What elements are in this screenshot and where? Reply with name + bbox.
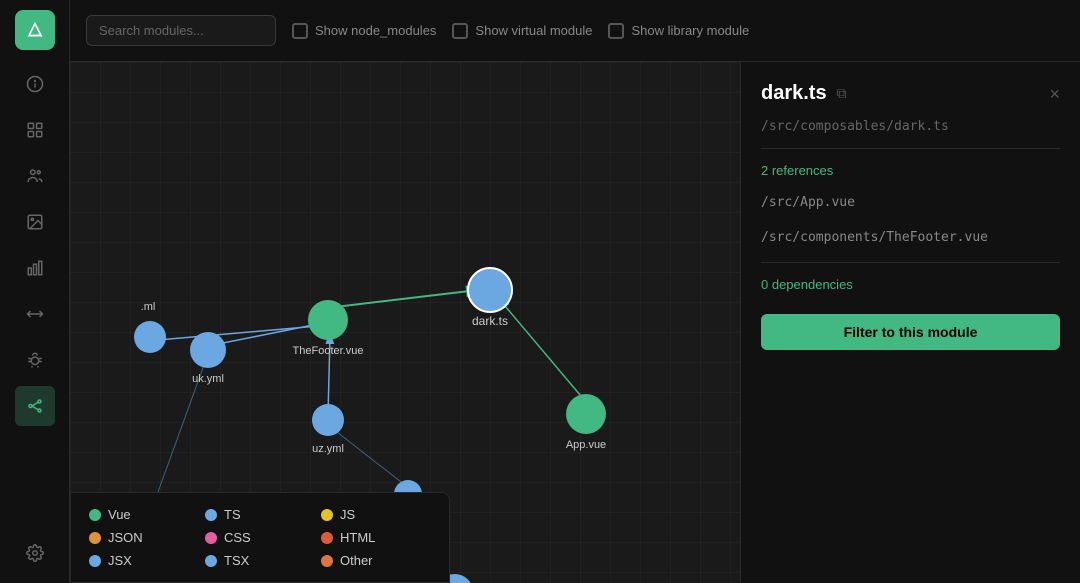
show-library-module-checkbox[interactable]: Show library module bbox=[608, 23, 749, 39]
legend-item-css: CSS bbox=[205, 530, 315, 545]
svg-text:.ml: .ml bbox=[141, 301, 156, 313]
legend-item-other: Other bbox=[321, 553, 431, 568]
copy-icon[interactable]: ⧉ bbox=[837, 85, 847, 102]
references-title: 2 references bbox=[761, 163, 1060, 178]
sidebar-item-flow[interactable] bbox=[15, 294, 55, 334]
legend-label: CSS bbox=[224, 530, 251, 545]
legend-dot bbox=[205, 555, 217, 567]
panel-title: dark.ts bbox=[761, 82, 827, 105]
legend-label: HTML bbox=[340, 530, 375, 545]
legend-dot bbox=[321, 509, 333, 521]
library-module-toggle[interactable] bbox=[608, 23, 624, 39]
legend-item-jsx: JSX bbox=[89, 553, 199, 568]
dependencies-title: 0 dependencies bbox=[761, 277, 1060, 292]
svg-text:uk.yml: uk.yml bbox=[192, 373, 224, 385]
graph-canvas[interactable]: dark.ts TheFooter.vue uk.yml .ml uz.yml … bbox=[70, 62, 1080, 583]
divider-2 bbox=[761, 262, 1060, 263]
sidebar-item-modules[interactable] bbox=[15, 110, 55, 150]
legend-dot bbox=[321, 555, 333, 567]
legend-label: JS bbox=[340, 507, 355, 522]
sidebar-item-users[interactable] bbox=[15, 156, 55, 196]
legend-dot bbox=[321, 532, 333, 544]
panel-header: dark.ts ⧉ × bbox=[761, 82, 1060, 105]
legend-label: Vue bbox=[108, 507, 131, 522]
sidebar-item-graph[interactable] bbox=[15, 386, 55, 426]
legend-label: TS bbox=[224, 507, 241, 522]
virtual-module-label: Show virtual module bbox=[475, 23, 592, 38]
legend-label: JSX bbox=[108, 553, 132, 568]
reference-item-0[interactable]: /src/App.vue bbox=[761, 192, 1060, 213]
legend-dot bbox=[89, 509, 101, 521]
legend-item-ts: TS bbox=[205, 507, 315, 522]
filter-button[interactable]: Filter to this module bbox=[761, 314, 1060, 350]
legend: Vue TS JS JSON CSS HTML JSX TSX Other bbox=[70, 492, 450, 583]
sidebar-item-settings[interactable] bbox=[15, 533, 55, 573]
sidebar-item-bug[interactable] bbox=[15, 340, 55, 380]
close-button[interactable]: × bbox=[1049, 85, 1060, 103]
divider-1 bbox=[761, 148, 1060, 149]
legend-dot bbox=[205, 509, 217, 521]
legend-item-tsx: TSX bbox=[205, 553, 315, 568]
svg-text:uz.yml: uz.yml bbox=[312, 443, 344, 455]
legend-dot bbox=[89, 532, 101, 544]
legend-item-json: JSON bbox=[89, 530, 199, 545]
sidebar-item-image[interactable] bbox=[15, 202, 55, 242]
toolbar: Show node_modules Show virtual module Sh… bbox=[70, 0, 1080, 62]
main-area: Show node_modules Show virtual module Sh… bbox=[70, 0, 1080, 583]
legend-item-html: HTML bbox=[321, 530, 431, 545]
node-modules-toggle[interactable] bbox=[292, 23, 308, 39]
sidebar-item-info[interactable] bbox=[15, 64, 55, 104]
sidebar-item-chart[interactable] bbox=[15, 248, 55, 288]
node-modules-label: Show node_modules bbox=[315, 23, 436, 38]
svg-text:dark.ts: dark.ts bbox=[472, 314, 508, 328]
legend-dot bbox=[205, 532, 217, 544]
legend-item-js: JS bbox=[321, 507, 431, 522]
search-input[interactable] bbox=[86, 15, 276, 46]
legend-label: Other bbox=[340, 553, 373, 568]
legend-dot bbox=[89, 555, 101, 567]
panel-path: /src/composables/dark.ts bbox=[761, 119, 1060, 134]
svg-text:TheFooter.vue: TheFooter.vue bbox=[293, 345, 364, 357]
show-node-modules-checkbox[interactable]: Show node_modules bbox=[292, 23, 436, 39]
virtual-module-toggle[interactable] bbox=[452, 23, 468, 39]
legend-label: JSON bbox=[108, 530, 143, 545]
library-module-label: Show library module bbox=[631, 23, 749, 38]
svg-text:App.vue: App.vue bbox=[566, 439, 606, 451]
legend-label: TSX bbox=[224, 553, 249, 568]
sidebar bbox=[0, 0, 70, 583]
detail-panel: dark.ts ⧉ × /src/composables/dark.ts 2 r… bbox=[740, 62, 1080, 583]
legend-item-vue: Vue bbox=[89, 507, 199, 522]
app-logo[interactable] bbox=[15, 10, 55, 50]
show-virtual-module-checkbox[interactable]: Show virtual module bbox=[452, 23, 592, 39]
reference-item-1[interactable]: /src/components/TheFooter.vue bbox=[761, 227, 1060, 248]
